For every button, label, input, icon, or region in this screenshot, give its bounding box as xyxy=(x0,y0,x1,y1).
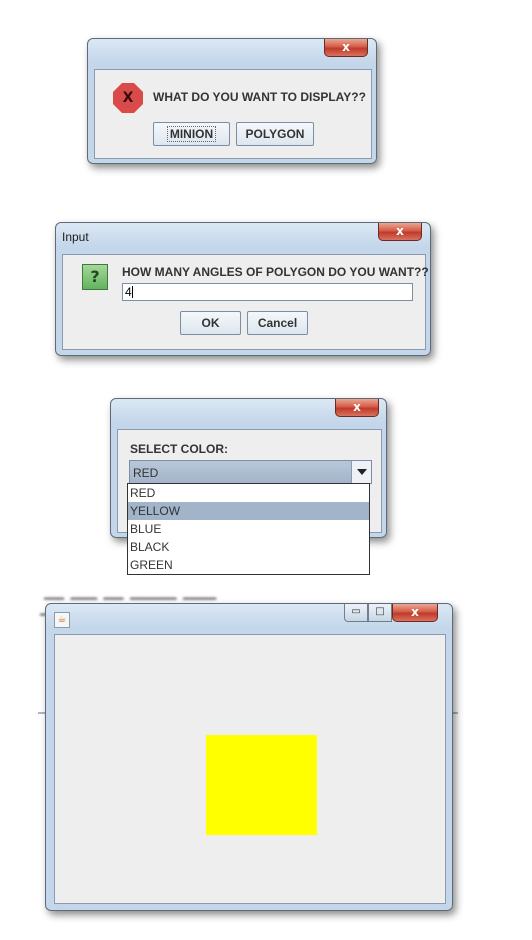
angles-input-value: 4 xyxy=(125,285,132,299)
chevron-down-icon[interactable] xyxy=(351,461,371,483)
polygon-button-label: POLYGON xyxy=(245,127,305,141)
yellow-square xyxy=(206,735,317,835)
close-button[interactable]: x xyxy=(324,39,368,57)
close-icon: x xyxy=(396,224,404,238)
minion-button-label: MINION xyxy=(166,126,217,142)
ok-button-label: OK xyxy=(201,316,220,330)
color-option-green[interactable]: GREEN xyxy=(128,556,369,574)
error-icon: X xyxy=(113,83,143,113)
polygon-canvas-window: ☕ ▭ □ x xyxy=(45,603,453,911)
drawing-canvas xyxy=(54,634,446,904)
close-button[interactable]: x xyxy=(392,604,438,622)
dialog-content: X WHAT DO YOU WANT TO DISPLAY?? MINION P… xyxy=(94,69,372,159)
polygon-button[interactable]: POLYGON xyxy=(236,122,314,146)
color-option-red[interactable]: RED xyxy=(128,484,369,502)
color-combobox[interactable]: RED xyxy=(129,460,372,484)
color-combobox-value: RED xyxy=(133,466,159,480)
maximize-button[interactable]: □ xyxy=(368,604,392,622)
close-button[interactable]: x xyxy=(378,223,422,241)
dialog-message: WHAT DO YOU WANT TO DISPLAY?? xyxy=(153,90,366,104)
dialog-content: ? HOW MANY ANGLES OF POLYGON DO YOU WANT… xyxy=(62,254,429,350)
text-caret xyxy=(131,286,133,298)
minimize-icon: ▭ xyxy=(351,606,361,617)
java-icon: ☕ xyxy=(54,612,70,628)
select-color-label: SELECT COLOR: xyxy=(130,442,228,456)
title-bar[interactable]: Input x xyxy=(56,223,430,251)
minimize-button[interactable]: ▭ xyxy=(344,604,368,622)
dialog-title: Input xyxy=(62,230,89,244)
minion-button[interactable]: MINION xyxy=(153,122,230,146)
cancel-button-label: Cancel xyxy=(257,316,298,330)
question-icon: ? xyxy=(82,264,108,290)
display-choice-dialog: x X WHAT DO YOU WANT TO DISPLAY?? MINION… xyxy=(87,38,377,164)
color-option-yellow[interactable]: YELLOW xyxy=(128,502,369,520)
color-option-blue[interactable]: BLUE xyxy=(128,520,369,538)
input-dialog: Input x ? HOW MANY ANGLES OF POLYGON DO … xyxy=(55,222,431,356)
maximize-icon: □ xyxy=(375,606,385,617)
close-button[interactable]: x xyxy=(335,399,379,417)
close-icon: x xyxy=(353,400,361,414)
title-bar[interactable]: ☕ ▭ □ x xyxy=(46,604,452,632)
color-dropdown-list: RED YELLOW BLUE BLACK GREEN xyxy=(127,483,370,575)
close-icon: x xyxy=(411,605,419,619)
color-option-black[interactable]: BLACK xyxy=(128,538,369,556)
title-bar[interactable]: x xyxy=(111,399,386,427)
title-bar[interactable]: x xyxy=(88,39,376,67)
ok-button[interactable]: OK xyxy=(180,311,241,335)
angles-input[interactable]: 4 xyxy=(122,283,413,301)
dialog-message: HOW MANY ANGLES OF POLYGON DO YOU WANT?? xyxy=(122,265,429,279)
cancel-button[interactable]: Cancel xyxy=(247,311,308,335)
close-icon: x xyxy=(342,40,350,54)
